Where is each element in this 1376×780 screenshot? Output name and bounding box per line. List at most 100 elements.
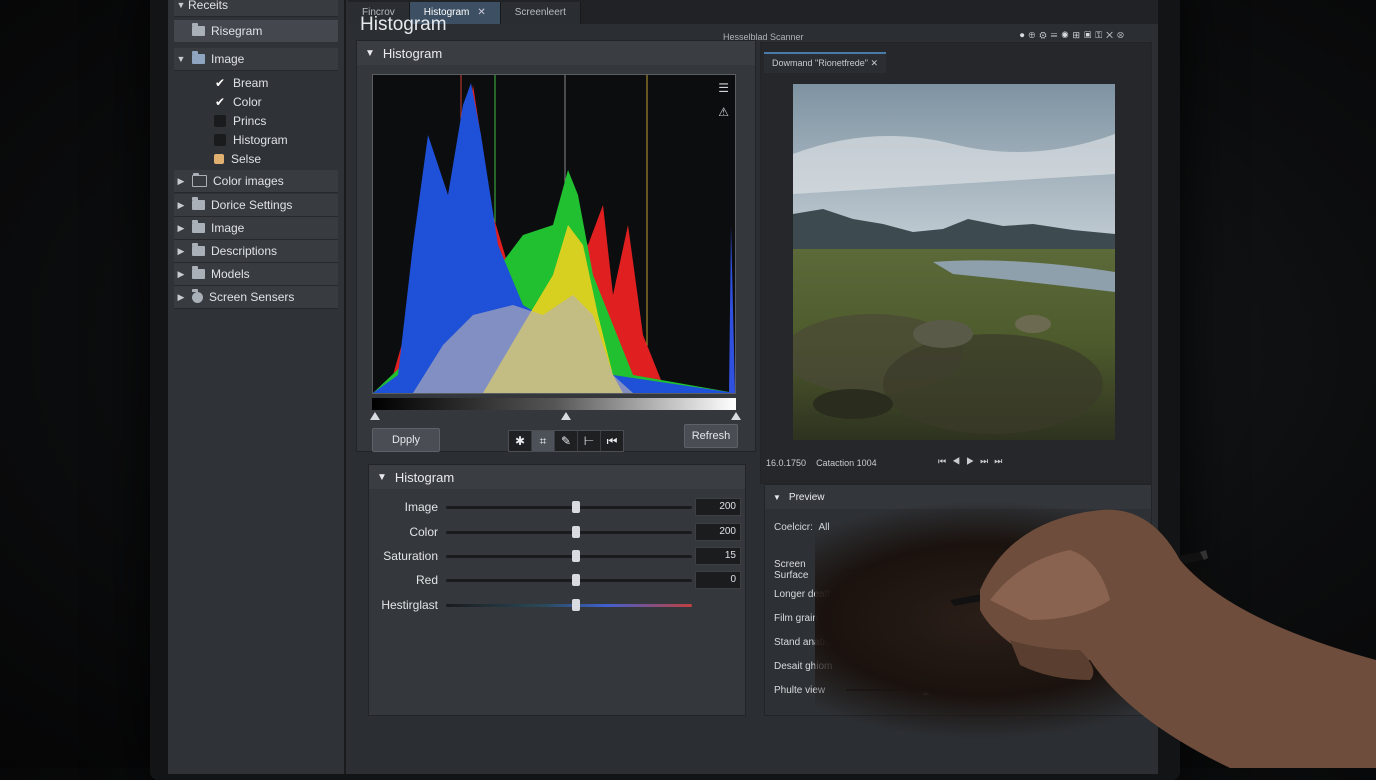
chevron-right-icon: ▶ (177, 175, 185, 186)
slider-label: Saturation (383, 549, 438, 563)
sidebar-item-dorice-settings[interactable]: ▶ Dorice Settings (174, 194, 338, 217)
slider-knob[interactable] (923, 685, 929, 695)
sidebar-item-receits[interactable]: ▼ Receits (174, 0, 338, 17)
folder-icon (192, 266, 205, 279)
slider-label: Image (404, 500, 438, 514)
refresh-button[interactable]: Refresh (684, 424, 738, 448)
next-icon[interactable]: ⏭ (980, 456, 994, 466)
folder-open-icon (192, 51, 205, 64)
slider-track[interactable] (446, 598, 692, 611)
sidebar-item-label: Bream (233, 76, 269, 90)
black-point-handle[interactable] (370, 412, 380, 420)
folder-icon (192, 197, 205, 210)
slider-label: Red (415, 573, 438, 587)
prev-icon[interactable]: ◀ (952, 456, 966, 466)
sidebar-item-models[interactable]: ▶ Models (174, 263, 338, 286)
chevron-right-icon: ▶ (177, 222, 185, 233)
sidebar-item-label: Dorice Settings (211, 198, 293, 212)
tool-group: ✱ ⌗ ✎ ⊢ ⏮ (508, 430, 624, 452)
slider-knob[interactable] (923, 589, 929, 599)
filter-row[interactable]: Coelcicr: All (774, 522, 830, 533)
histogram-graphic (373, 75, 735, 393)
sidebar-item-risegram[interactable]: Risegram (174, 20, 338, 42)
slider-knob[interactable] (572, 549, 581, 562)
sensor-icon (192, 288, 203, 303)
tab-screenleert[interactable]: Screenleert (500, 2, 581, 24)
sidebar-item-label: Receits (188, 0, 229, 12)
sidebar-item-color-images[interactable]: ▶ Color images (174, 170, 338, 193)
sidebar-item-label: Color images (213, 174, 284, 188)
hand-with-stylus (950, 509, 1376, 768)
slider-knob[interactable] (923, 637, 929, 647)
sidebar-item-label: Princs (233, 114, 267, 128)
sidebar-item-screen-sensers[interactable]: ▶ Screen Sensers (174, 286, 338, 309)
chevron-down-icon: ▼ (176, 54, 186, 64)
apply-button[interactable]: Dpply (372, 428, 440, 452)
value-field[interactable]: 200 (695, 523, 741, 541)
white-point-handle[interactable] (731, 412, 741, 420)
folder-icon (192, 23, 205, 36)
pencil-icon[interactable]: ✎ (555, 431, 578, 451)
slider-track[interactable] (446, 573, 692, 586)
sidebar-item-label: Risegram (211, 24, 263, 38)
sidebar-item-selse[interactable]: Selse (174, 148, 338, 170)
last-icon[interactable]: ⏭ (994, 456, 1008, 466)
sidebar: ▼ Receits Risegram ▼ Image ✔ Bream ✔ Col… (168, 0, 346, 774)
midpoint-handle[interactable] (561, 412, 571, 420)
value-field[interactable]: 200 (695, 498, 741, 516)
slider-row: Image 200 (368, 496, 741, 518)
first-icon[interactable]: ⏮ (938, 456, 952, 466)
preview-status: 16.0.1750 Cataction 1004 (766, 458, 877, 468)
sidebar-item-label: Screen Sensers (209, 290, 295, 304)
panel-header[interactable]: ▼ Histogram (369, 465, 745, 489)
value-field[interactable]: 0 (695, 571, 741, 589)
fit-width-icon[interactable]: ⊢ (578, 431, 601, 451)
preview-image[interactable] (793, 84, 1115, 440)
star-icon[interactable]: ✱ (509, 431, 532, 451)
sidebar-item-label: Selse (231, 152, 262, 166)
close-icon[interactable]: ✕ (477, 7, 485, 18)
crop-icon[interactable]: ⌗ (532, 431, 555, 451)
play-icon[interactable]: ▶ (966, 456, 980, 466)
slider-track[interactable] (446, 525, 692, 538)
histogram-chart[interactable]: ☰ ⚠ (372, 74, 736, 394)
slider-knob[interactable] (923, 565, 929, 575)
slider-knob[interactable] (572, 525, 581, 538)
folder-icon (192, 243, 205, 256)
chevron-down-icon: ▼ (773, 492, 781, 502)
checkbox-empty-icon[interactable] (214, 115, 226, 127)
folder-icon (192, 220, 205, 233)
playback-controls: ⏮◀▶⏭⏭ (938, 456, 1008, 467)
slider-track[interactable] (446, 500, 692, 513)
tone-gradient (372, 398, 736, 410)
close-icon[interactable]: ✕ (870, 58, 878, 68)
landscape-photo (793, 84, 1115, 440)
sidebar-item-label: Histogram (233, 133, 288, 147)
checkmark-icon[interactable]: ✔ (214, 77, 226, 89)
slider-knob[interactable] (923, 661, 929, 671)
sidebar-item-image-2[interactable]: ▶ Image (174, 217, 338, 240)
chevron-right-icon: ▶ (177, 268, 185, 279)
slider-row: Hestirglast (368, 594, 738, 616)
slider-row: Red 0 (368, 569, 741, 591)
status-icons: ⏺⊕⚙☰◉⊞▣⚿✕⊗ (1019, 30, 1128, 40)
slider-label: Hestirglast (381, 598, 438, 612)
slider-knob[interactable] (572, 500, 581, 513)
checkbox-empty-icon[interactable] (214, 134, 226, 146)
checkmark-icon[interactable]: ✔ (214, 96, 226, 108)
sidebar-item-descriptions[interactable]: ▶ Descriptions (174, 240, 338, 263)
document-tab[interactable]: Dowmand "Rionetfrede" ✕ (764, 52, 886, 73)
chevron-down-icon: ▼ (176, 0, 186, 10)
sidebar-item-label: Image (211, 52, 245, 66)
chevron-down-icon: ▼ (377, 471, 387, 483)
slider-knob[interactable] (572, 598, 581, 611)
sidebar-item-image[interactable]: ▼ Image (174, 48, 338, 71)
slider-knob[interactable] (572, 573, 581, 586)
value-field[interactable]: 15 (695, 547, 741, 565)
chevron-right-icon: ▶ (177, 291, 185, 302)
panel-header[interactable]: ▼ Histogram (357, 41, 755, 65)
menu-icon[interactable]: ☰ (718, 81, 729, 95)
skip-icon[interactable]: ⏮ (601, 431, 623, 451)
slider-track[interactable] (446, 549, 692, 562)
page-title: Histogram (360, 14, 447, 35)
